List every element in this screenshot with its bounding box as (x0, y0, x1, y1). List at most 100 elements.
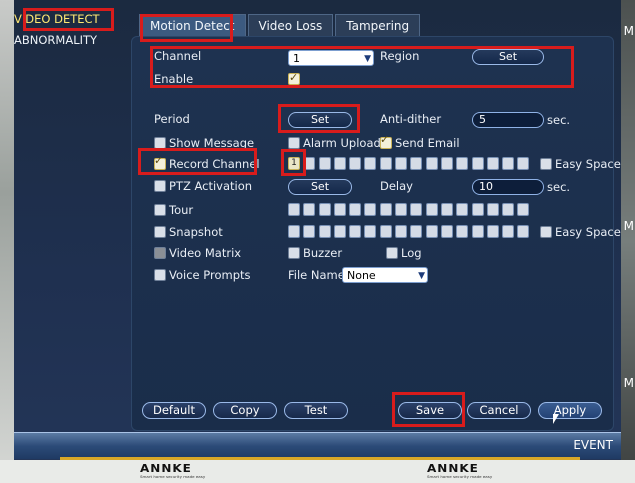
tour-channel-box[interactable] (502, 203, 515, 216)
ptz-activation-checkbox[interactable] (154, 180, 166, 192)
snapshot-channel-box[interactable] (486, 225, 499, 238)
snapshot-channel-box[interactable] (303, 225, 316, 238)
alarm-upload-option[interactable]: Alarm Upload (288, 136, 381, 150)
log-option[interactable]: Log (386, 246, 422, 260)
video-matrix-option[interactable]: Video Matrix (154, 246, 241, 260)
easy-space-checkbox[interactable] (540, 158, 552, 170)
snapshot-checkbox[interactable] (154, 226, 166, 238)
tour-channel-box[interactable] (379, 203, 392, 216)
easy-space-option[interactable]: Easy Space (540, 157, 621, 171)
copy-button[interactable]: Copy (213, 402, 277, 419)
buzzer-checkbox[interactable] (288, 247, 300, 259)
record-channel-box[interactable] (440, 157, 453, 170)
period-set-button[interactable]: Set (288, 112, 352, 128)
snapshot-option[interactable]: Snapshot (154, 225, 223, 239)
cancel-button[interactable]: Cancel (467, 402, 531, 419)
record-channel-box[interactable] (425, 157, 438, 170)
snapshot-channel-box[interactable] (395, 225, 408, 238)
snapshot-channel-box[interactable] (425, 225, 438, 238)
file-name-select[interactable]: None ▼ (342, 267, 428, 283)
easy-space-checkbox-2[interactable] (540, 226, 552, 238)
tour-channel-box[interactable] (456, 203, 469, 216)
tour-channel-box[interactable] (288, 203, 300, 216)
record-channel-box[interactable] (395, 157, 408, 170)
record-channel-checkbox[interactable] (154, 158, 166, 170)
snapshot-label: Snapshot (169, 225, 223, 239)
snapshot-channel-box[interactable] (349, 225, 362, 238)
log-label: Log (401, 246, 422, 260)
record-channel-box[interactable] (303, 157, 316, 170)
menu-item-abnormality[interactable]: ABNORMALITY (14, 33, 97, 47)
record-channel-box[interactable] (349, 157, 362, 170)
tour-channel-box[interactable] (395, 203, 408, 216)
voice-prompts-option[interactable]: Voice Prompts (154, 268, 251, 282)
region-set-button[interactable]: Set (472, 49, 544, 65)
send-email-option[interactable]: Send Email (380, 136, 460, 150)
tab-motion-detect[interactable]: Motion Detect (139, 14, 246, 37)
send-email-checkbox[interactable] (380, 137, 392, 149)
annke-logo: ANNKE Smart home security made easy (427, 461, 493, 480)
voice-prompts-checkbox[interactable] (154, 269, 166, 281)
tour-channel-box[interactable] (410, 203, 423, 216)
tour-channel-box[interactable] (486, 203, 499, 216)
antidither-input[interactable]: 5 (472, 112, 544, 128)
snapshot-channel-box[interactable] (517, 225, 530, 238)
tour-channel-box[interactable] (471, 203, 484, 216)
snapshot-channel-box[interactable] (333, 225, 346, 238)
tab-tampering[interactable]: Tampering (335, 14, 421, 37)
snapshot-channel-box[interactable] (456, 225, 469, 238)
record-channel-box[interactable] (333, 157, 346, 170)
record-channel-box[interactable]: 1 (288, 157, 300, 170)
test-button[interactable]: Test (284, 402, 348, 419)
snapshot-channel-box[interactable] (379, 225, 392, 238)
apply-button[interactable]: Apply (538, 402, 602, 419)
tour-channel-box[interactable] (425, 203, 438, 216)
snapshot-channel-box[interactable] (364, 225, 377, 238)
record-channel-option[interactable]: Record Channel (154, 157, 260, 171)
save-button[interactable]: Save (398, 402, 462, 419)
tour-option[interactable]: Tour (154, 203, 193, 217)
default-button[interactable]: Default (142, 402, 206, 419)
delay-input[interactable]: 10 (472, 179, 544, 195)
snapshot-channel-box[interactable] (288, 225, 300, 238)
record-channel-box[interactable] (318, 157, 331, 170)
video-matrix-checkbox[interactable] (154, 247, 166, 259)
event-label: EVENT (573, 438, 613, 452)
tour-checkbox[interactable] (154, 204, 166, 216)
snapshot-channel-box[interactable] (318, 225, 331, 238)
delay-unit: sec. (547, 180, 571, 194)
period-label: Period (154, 112, 190, 126)
show-message-option[interactable]: Show Message (154, 136, 254, 150)
record-channel-box[interactable] (471, 157, 484, 170)
snapshot-channel-box[interactable] (471, 225, 484, 238)
tour-channel-box[interactable] (333, 203, 346, 216)
ptz-set-button[interactable]: Set (288, 179, 352, 195)
snapshot-channel-box[interactable] (502, 225, 515, 238)
menu-item-video-detect[interactable]: VIDEO DETECT (14, 12, 100, 26)
alarm-upload-label: Alarm Upload (303, 136, 381, 150)
record-channel-box[interactable] (486, 157, 499, 170)
tour-channel-box[interactable] (440, 203, 453, 216)
tab-video-loss[interactable]: Video Loss (247, 14, 334, 37)
tour-channel-box[interactable] (517, 203, 530, 216)
alarm-upload-checkbox[interactable] (288, 137, 300, 149)
record-channel-box[interactable] (456, 157, 469, 170)
easy-space-option-2[interactable]: Easy Space (540, 225, 621, 239)
show-message-checkbox[interactable] (154, 137, 166, 149)
tour-channel-box[interactable] (318, 203, 331, 216)
snapshot-channel-box[interactable] (410, 225, 423, 238)
record-channel-box[interactable] (410, 157, 423, 170)
enable-checkbox[interactable] (288, 71, 300, 85)
log-checkbox[interactable] (386, 247, 398, 259)
channel-select[interactable]: 1 ▼ (288, 50, 374, 66)
buzzer-option[interactable]: Buzzer (288, 246, 342, 260)
record-channel-box[interactable] (364, 157, 377, 170)
ptz-activation-option[interactable]: PTZ Activation (154, 179, 252, 193)
record-channel-box[interactable] (502, 157, 515, 170)
record-channel-box[interactable] (517, 157, 530, 170)
tour-channel-box[interactable] (364, 203, 377, 216)
tour-channel-box[interactable] (303, 203, 316, 216)
record-channel-box[interactable] (379, 157, 392, 170)
snapshot-channel-box[interactable] (440, 225, 453, 238)
tour-channel-box[interactable] (349, 203, 362, 216)
